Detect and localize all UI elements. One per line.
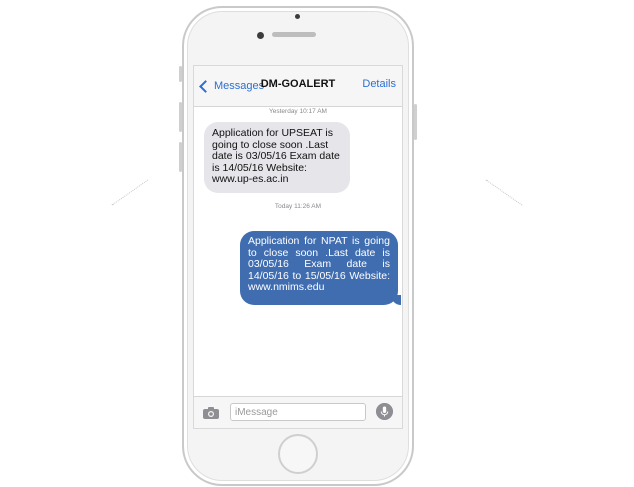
navigation-bar: Messages DM-GOALERT Details [194,66,402,107]
message-timestamp: Today 11:26 AM [274,203,322,210]
phone-mockup: Messages DM-GOALERT Details Yesterday 10… [0,0,634,487]
details-button[interactable]: Details [362,78,396,90]
power-button [414,104,417,140]
message-input-bar [194,396,402,428]
front-sensor [295,14,300,19]
outgoing-message-bubble[interactable]: Application for NPAT is going to close s… [240,231,401,305]
chevron-left-icon [199,79,212,93]
camera-icon[interactable] [202,406,220,420]
messages-screen: Messages DM-GOALERT Details Yesterday 10… [193,65,403,429]
front-camera [257,32,264,39]
message-timestamp: Yesterday 10:17 AM [269,108,327,115]
home-button[interactable] [278,434,318,474]
decorative-dotted-line [485,179,523,206]
earpiece-speaker [272,32,316,37]
microphone-icon[interactable] [376,403,393,420]
decorative-dotted-line [111,179,149,206]
back-button-label: Messages [214,80,265,92]
imessage-input[interactable] [230,403,366,421]
incoming-message-bubble[interactable]: Application for UPSEAT is going to close… [204,122,350,193]
back-to-messages-button[interactable]: Messages [199,78,264,94]
